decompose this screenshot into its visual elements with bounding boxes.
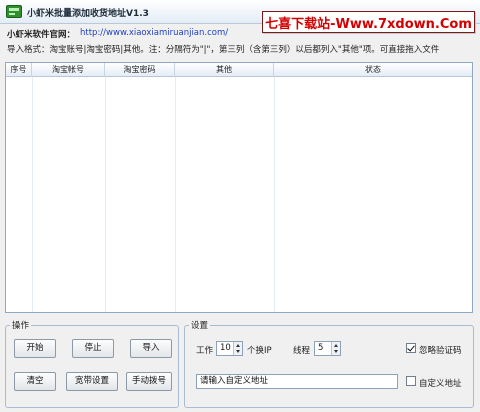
work-count-value[interactable]: 10 <box>220 343 231 353</box>
column-divider <box>175 77 176 312</box>
threads-value[interactable]: 5 <box>318 343 323 353</box>
custom-address-input[interactable]: 请输入自定义地址 <box>196 374 398 389</box>
column-divider <box>105 77 106 312</box>
import-format-hint: 导入格式：淘宝账号|淘宝密码|其他。注：分隔符为"|"，第三列（含第三列）以后都… <box>7 45 440 55</box>
spin-down-icon[interactable] <box>334 350 338 353</box>
spinner-arrows[interactable] <box>331 342 340 355</box>
column-header-other[interactable]: 其他 <box>175 63 274 77</box>
watermark-banner: 七喜下载站-Www.7xdown.Com <box>262 11 475 33</box>
column-divider <box>32 77 33 312</box>
work-count-spinner[interactable]: 10 <box>216 341 243 356</box>
ignore-captcha-label[interactable]: 忽略验证码 <box>419 344 462 356</box>
spinner-arrows[interactable] <box>233 342 242 355</box>
ignore-captcha-checkbox[interactable] <box>406 343 416 353</box>
spin-up-icon[interactable] <box>334 344 338 347</box>
stop-button[interactable]: 停止 <box>72 339 114 358</box>
broadband-settings-button[interactable]: 宽带设置 <box>66 372 118 391</box>
window-title: 小虾米批量添加收货地址V1.3 <box>27 9 149 19</box>
settings-legend: 设置 <box>189 319 211 331</box>
threads-label: 线程 <box>293 346 311 356</box>
clear-button[interactable]: 清空 <box>14 372 56 391</box>
table-body[interactable] <box>6 77 472 312</box>
per-ip-label: 个换IP <box>247 346 272 356</box>
account-table[interactable]: 序号 淘宝帐号 淘宝密码 其他 状态 <box>5 62 473 313</box>
settings-group: 设置 工作 10 个换IP 线程 5 忽略验证码 请输入自定义地址 自定义地址 <box>184 319 474 408</box>
column-header-status[interactable]: 状态 <box>274 63 472 77</box>
app-icon <box>6 5 22 18</box>
column-divider <box>274 77 275 312</box>
column-header-account[interactable]: 淘宝帐号 <box>32 63 105 77</box>
spin-up-icon[interactable] <box>236 344 240 347</box>
operations-legend: 操作 <box>10 319 32 331</box>
column-header-seq[interactable]: 序号 <box>6 63 32 77</box>
custom-address-label[interactable]: 自定义地址 <box>419 377 462 389</box>
work-label: 工作 <box>196 346 214 356</box>
manual-dial-button[interactable]: 手动拨号 <box>126 372 172 391</box>
table-header: 序号 淘宝帐号 淘宝密码 其他 状态 <box>6 63 472 77</box>
spin-down-icon[interactable] <box>236 350 240 353</box>
start-button[interactable]: 开始 <box>14 339 56 358</box>
site-label: 小虾米软件官网： <box>7 30 76 40</box>
threads-spinner[interactable]: 5 <box>314 341 341 356</box>
import-button[interactable]: 导入 <box>130 339 172 358</box>
column-header-password[interactable]: 淘宝密码 <box>105 63 175 77</box>
custom-address-checkbox[interactable] <box>406 376 416 386</box>
operations-group: 操作 开始 停止 导入 清空 宽带设置 手动拨号 <box>5 319 179 408</box>
site-url-link[interactable]: http://www.xiaoxiamiruanjian.com/ <box>80 28 228 38</box>
